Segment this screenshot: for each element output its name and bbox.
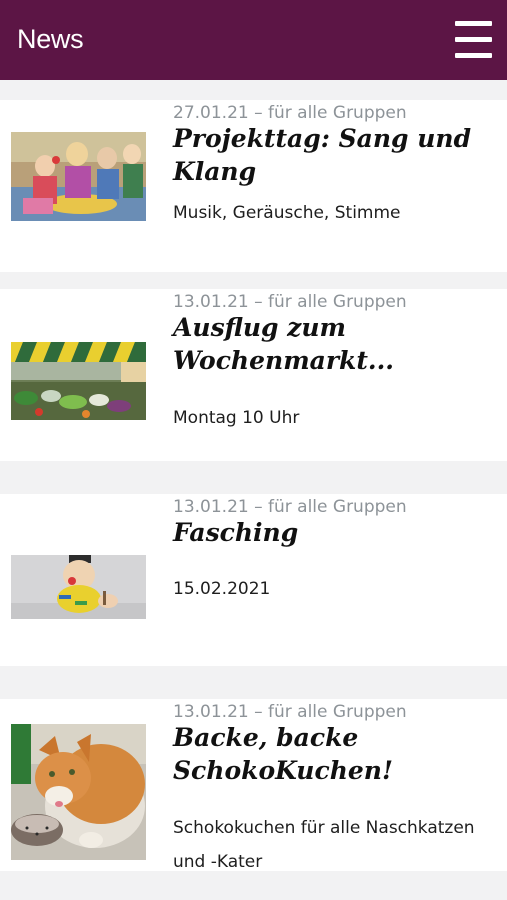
menu-bar	[455, 37, 492, 42]
post-meta: 13.01.21 – für alle Gruppen	[173, 497, 407, 517]
news-thumbnail-children-music[interactable]	[11, 132, 146, 221]
post-meta: 13.01.21 – für alle Gruppen	[173, 292, 407, 312]
hamburger-menu-icon[interactable]	[455, 21, 492, 58]
post-title[interactable]: Ausflug zum Wochenmarkt...	[173, 311, 493, 377]
news-card-fasching[interactable]: 13.01.21 – für alle Gruppen Fasching 15.…	[0, 494, 507, 666]
post-excerpt: 15.02.2021	[173, 579, 271, 599]
post-excerpt: Schokokuchen für alle Naschkatzen und -K…	[173, 818, 475, 872]
post-title[interactable]: Fasching	[173, 516, 493, 549]
page-title: News	[17, 24, 84, 54]
post-meta: 13.01.21 – für alle Gruppen	[173, 702, 407, 722]
news-card-projekttag[interactable]: 27.01.21 – für alle Gruppen Projekttag: …	[0, 100, 507, 272]
post-title[interactable]: Backe, backe SchokoKuchen!	[173, 721, 493, 787]
post-title[interactable]: Projekttag: Sang und Klang	[173, 122, 493, 188]
post-excerpt: Montag 10 Uhr	[173, 408, 300, 428]
news-card-wochenmarkt[interactable]: 13.01.21 – für alle Gruppen Ausflug zum …	[0, 289, 507, 461]
post-meta: 27.01.21 – für alle Gruppen	[173, 103, 407, 123]
post-excerpt: Musik, Geräusche, Stimme	[173, 203, 401, 223]
menu-bar	[455, 53, 492, 58]
news-thumbnail-market[interactable]	[11, 342, 146, 420]
news-card-schokokuchen[interactable]: 13.01.21 – für alle Gruppen Backe, backe…	[0, 699, 507, 872]
menu-bar	[455, 21, 492, 26]
app-header: News	[0, 0, 507, 80]
news-thumbnail-clown[interactable]	[11, 555, 146, 619]
news-thumbnail-cat[interactable]	[11, 724, 146, 860]
